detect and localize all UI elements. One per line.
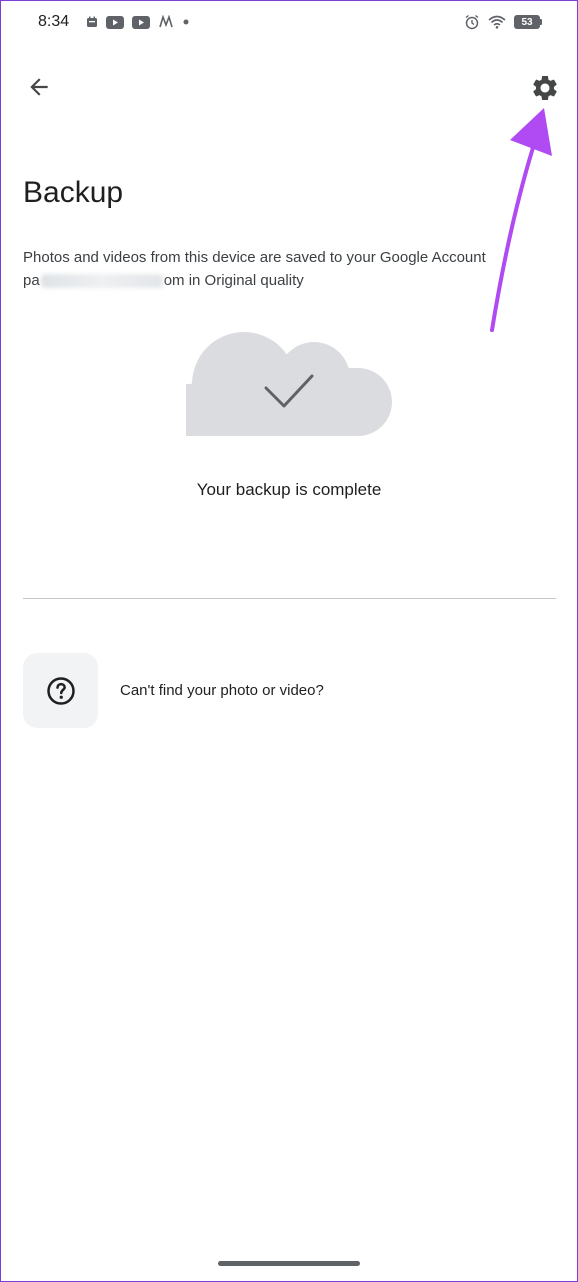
settings-button[interactable] [527,70,563,106]
gear-icon [533,76,557,100]
redacted-email [40,274,163,289]
description-line-2: pa om in Original quality [23,269,523,292]
youtube-icon [132,15,150,29]
status-time: 8:34 [38,13,70,30]
back-button[interactable] [22,70,56,104]
help-row[interactable]: Can't find your photo or video? [23,653,556,728]
app-icon [159,15,173,28]
arrow-back-icon [30,78,48,96]
status-system-icons: 53 [464,14,542,30]
alarm-icon [465,14,479,30]
battery-icon: 53 [514,15,542,29]
youtube-icon [106,15,124,29]
account-email-suffix: om in Original quality [163,272,304,289]
calendar-icon [87,16,97,27]
backup-status-message: Your backup is complete [196,480,382,499]
navigation-handle[interactable] [218,1261,360,1266]
page-title: Backup [23,176,124,209]
help-label: Can't find your photo or video? [120,682,324,699]
account-email-prefix: pa [23,272,40,289]
cloud-check-illustration [186,332,392,436]
cloud-icon [186,332,392,436]
divider [23,598,556,599]
help-circle-icon [46,676,75,705]
status-bar: 8:34 53 [0,0,578,46]
status-notification-icons [86,15,190,29]
dot-icon [183,19,189,25]
wifi-icon [488,15,506,29]
description-line-1: Photos and videos from this device are s… [23,249,486,266]
backup-description: Photos and videos from this device are s… [23,246,523,292]
annotation-arrow [490,108,552,332]
help-icon-box [23,653,98,728]
battery-tip [540,19,542,25]
battery-level: 53 [514,15,540,29]
